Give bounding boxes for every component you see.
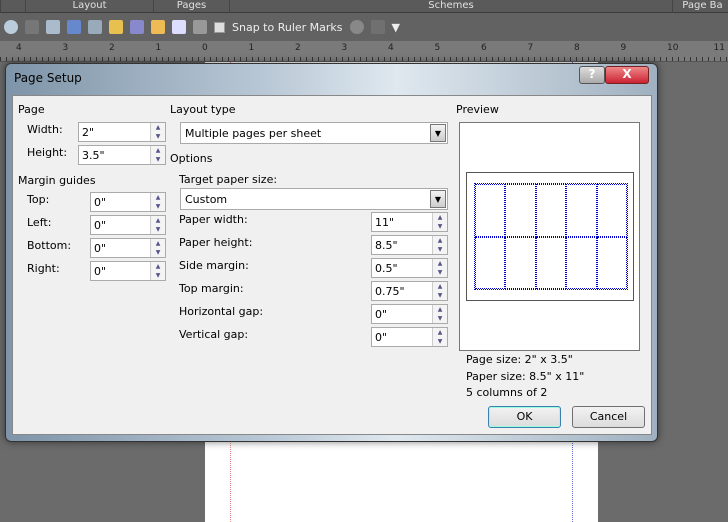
- tab-schemes[interactable]: Schemes: [229, 0, 672, 13]
- preview-page-cell: [505, 184, 536, 237]
- paper-height-spinner[interactable]: 8.5" ▲ ▼: [371, 235, 448, 255]
- paper-width-spinner[interactable]: 11" ▲ ▼: [371, 212, 448, 232]
- ruler-tick-label: 9: [620, 43, 627, 53]
- ruler-tick-label: 10: [667, 43, 679, 53]
- target-paper-select[interactable]: Custom ▼: [180, 188, 448, 210]
- ruler-tick-label: 3: [62, 43, 69, 53]
- horizontal-ruler[interactable]: 4 3 2 1 0 1 2 3 4 5 6 7 8 9 10 11: [0, 41, 728, 62]
- preview-page-cell: [596, 236, 627, 289]
- help-button[interactable]: ?: [579, 66, 605, 84]
- ruler-tick-label: 1: [155, 43, 162, 53]
- overflow-icon[interactable]: ▼: [392, 21, 400, 34]
- tab-page-background[interactable]: Page Ba: [672, 0, 728, 13]
- bottom-margin-spinner[interactable]: 0" ▲ ▼: [90, 238, 166, 258]
- left-margin-spinner[interactable]: 0" ▲ ▼: [90, 215, 166, 235]
- chevron-down-icon: ▼: [430, 124, 446, 142]
- ruler-tick-label: 4: [388, 43, 394, 53]
- paper-size-text: Paper size: 8.5" x 11": [466, 370, 585, 383]
- preview-paper: [466, 172, 634, 301]
- tab-pages[interactable]: Pages: [153, 0, 229, 13]
- snap-checkbox[interactable]: [214, 21, 225, 33]
- top-margin-label: Top margin:: [179, 282, 244, 295]
- paper-width-label: Paper width:: [179, 213, 248, 226]
- ruler-tick-label: 7: [527, 43, 534, 53]
- layout-type-select[interactable]: Multiple pages per sheet ▼: [180, 122, 448, 144]
- preview-heading: Preview: [456, 103, 499, 116]
- folder-icon[interactable]: [109, 20, 123, 34]
- ruler-tick-label: 6: [481, 43, 487, 53]
- ruler-tick-label: 11: [713, 43, 725, 53]
- spelling-icon[interactable]: [67, 20, 81, 34]
- preview-page-cell: [535, 184, 567, 237]
- page-setup-dialog: Page Setup ? X Page Width: 2" ▲ ▼ Height: …: [5, 63, 658, 442]
- chevron-down-icon: ▼: [430, 190, 446, 208]
- ruler-tick-label: 2: [109, 43, 115, 53]
- edit-icon[interactable]: [130, 20, 144, 34]
- insert-icon[interactable]: [151, 20, 165, 34]
- preview-page-cell: [566, 184, 597, 237]
- zoom-icon[interactable]: [4, 20, 18, 34]
- snap-label[interactable]: Snap to Ruler Marks: [232, 21, 343, 34]
- toolbar: Snap to Ruler Marks ▼: [0, 13, 728, 41]
- side-margin-label: Side margin:: [179, 259, 249, 272]
- ruler-tick-label: 0: [202, 43, 208, 53]
- paper-top-margin-spinner[interactable]: 0.75" ▲ ▼: [371, 281, 448, 301]
- horizontal-gap-label: Horizontal gap:: [179, 305, 264, 318]
- layout-type-heading: Layout type: [170, 103, 236, 116]
- preview-page-cell: [535, 236, 567, 289]
- close-button[interactable]: X: [605, 66, 649, 84]
- ruler-tick-label: 5: [434, 43, 441, 53]
- ok-button[interactable]: OK: [488, 406, 561, 428]
- bottom-label: Bottom:: [27, 239, 72, 252]
- right-label: Right:: [27, 262, 60, 275]
- ribbon-tabs: Layout Pages Schemes Page Ba: [0, 0, 728, 13]
- globe-icon[interactable]: [349, 20, 364, 34]
- cancel-button[interactable]: Cancel: [572, 406, 645, 428]
- right-margin-spinner[interactable]: 0" ▲ ▼: [90, 261, 166, 281]
- target-paper-label: Target paper size:: [179, 173, 278, 186]
- paper-height-label: Paper height:: [179, 236, 253, 249]
- tab-layout[interactable]: Layout: [25, 0, 153, 13]
- width-spinner[interactable]: 2" ▲ ▼: [78, 122, 166, 142]
- width-label: Width:: [27, 123, 63, 136]
- height-label: Height:: [27, 146, 68, 159]
- options-heading: Options: [170, 152, 213, 165]
- preview-page-cell: [566, 236, 597, 289]
- horizontal-gap-spinner[interactable]: 0" ▲ ▼: [371, 304, 448, 324]
- columns-summary: 5 columns of 2: [466, 386, 548, 399]
- preview-page-cell: [475, 184, 506, 237]
- print-icon[interactable]: [46, 20, 60, 34]
- top-margin-spinner[interactable]: 0" ▲ ▼: [90, 192, 166, 212]
- preview-page-cell: [475, 236, 506, 289]
- page-size-text: Page size: 2" x 3.5": [466, 353, 573, 366]
- paragraph-icon[interactable]: [25, 20, 39, 34]
- ribbon-launcher[interactable]: [0, 0, 25, 13]
- dialog-title: Page Setup: [14, 71, 82, 85]
- margin-guides-heading: Margin guides: [18, 174, 96, 187]
- textbox-icon[interactable]: [172, 20, 186, 34]
- preview-page-cell: [596, 184, 627, 237]
- left-label: Left:: [27, 216, 52, 229]
- vertical-gap-label: Vertical gap:: [179, 328, 249, 341]
- align-icon[interactable]: [193, 20, 207, 34]
- top-label: Top:: [27, 193, 50, 206]
- ruler-tick-label: 2: [295, 43, 301, 53]
- ruler-tick-label: 3: [341, 43, 348, 53]
- print-merge-icon[interactable]: [88, 20, 102, 34]
- side-margin-spinner[interactable]: 0.5" ▲ ▼: [371, 258, 448, 278]
- preview-page-cell: [505, 236, 536, 289]
- brush-icon[interactable]: [370, 20, 385, 34]
- preview-pane: [459, 122, 640, 351]
- vertical-gap-spinner[interactable]: 0" ▲ ▼: [371, 327, 448, 347]
- ruler-tick-label: 1: [248, 43, 255, 53]
- ruler-tick-label: 4: [16, 43, 22, 53]
- height-spinner[interactable]: 3.5" ▲ ▼: [78, 145, 166, 165]
- page-heading: Page: [18, 103, 161, 116]
- ruler-tick-label: 8: [574, 43, 580, 53]
